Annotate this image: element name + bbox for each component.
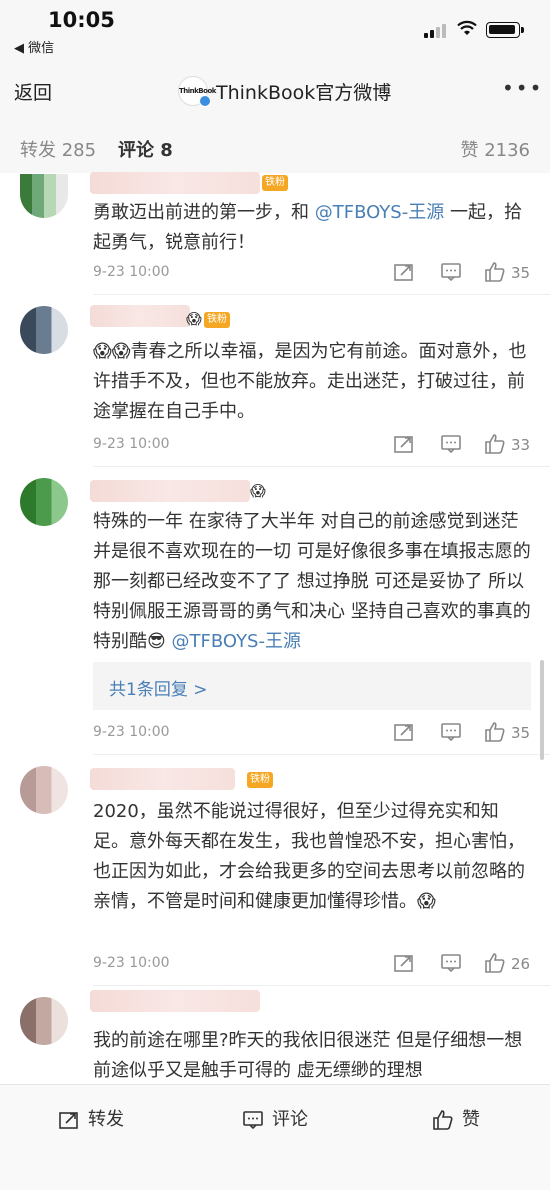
like-icon[interactable] — [484, 434, 506, 454]
share-icon[interactable] — [393, 434, 415, 454]
username[interactable] — [90, 768, 235, 790]
repost-button[interactable]: 转发 — [58, 1105, 124, 1131]
avatar[interactable] — [20, 766, 68, 814]
reply-icon[interactable] — [440, 434, 462, 454]
bottom-action-bar: 转发 评论 赞 — [0, 1084, 550, 1190]
comment-time: 9-23 10:00 — [93, 724, 170, 740]
mention-link[interactable]: @TFBOYS-王源 — [172, 631, 301, 652]
divider — [93, 754, 550, 755]
comment-text: 我的前途在哪里?昨天的我依旧很迷茫 但是仔细想一想 前途似乎又是触手可得的 虚无… — [93, 1030, 523, 1081]
share-icon[interactable] — [393, 262, 415, 282]
like-count: 35 — [511, 264, 531, 282]
avatar[interactable] — [20, 174, 68, 218]
comment-text: 特殊的一年 在家待了大半年 对自己的前途感觉到迷茫 并是很不喜欢现在的一切 可是… — [93, 511, 531, 652]
reply-icon[interactable] — [440, 953, 462, 973]
username[interactable] — [90, 305, 190, 327]
tab-repost[interactable]: 转发 285 — [20, 136, 96, 162]
comment-text: 2020，虽然不能说过得很好，但至少过得充实和知足。意外每天都在发生，我也曾惶恐… — [93, 801, 525, 912]
like-count: 33 — [511, 436, 531, 454]
fan-badge: 铁粉 — [247, 772, 273, 788]
tab-comment[interactable]: 评论 8 — [118, 136, 173, 162]
like-label: 赞 — [462, 1109, 480, 1130]
comment-button[interactable]: 评论 — [242, 1105, 308, 1131]
like-icon[interactable] — [484, 722, 506, 742]
fan-badge: 铁粉 — [262, 175, 288, 191]
wifi-icon — [457, 20, 477, 35]
page-title: ThinkBook官方微博 — [216, 82, 392, 104]
reply-thread-box[interactable]: 共1条回复 > — [93, 662, 531, 710]
avatar[interactable] — [20, 997, 68, 1045]
like-icon — [433, 1110, 453, 1130]
share-icon — [59, 1112, 78, 1129]
like-count: 35 — [511, 724, 531, 742]
comment-time: 9-23 10:00 — [93, 436, 170, 452]
emoji: 😎 — [147, 631, 166, 652]
divider — [93, 985, 550, 986]
fan-badge: 铁粉 — [204, 312, 230, 328]
back-button[interactable]: 返回 — [14, 78, 52, 105]
status-bar: 10:05 ◀ 微信 — [0, 0, 550, 62]
comment-icon — [243, 1111, 263, 1130]
emoji: 😱 — [186, 310, 202, 328]
emoji: 😱 — [250, 482, 266, 500]
avatar[interactable] — [20, 478, 68, 526]
emoji: 😱😱 — [93, 341, 131, 362]
nav-bar: 返回 ThinkBook ThinkBook官方微博 ••• — [0, 62, 550, 118]
comment-time: 9-23 10:00 — [93, 955, 170, 971]
clock: 10:05 — [48, 8, 115, 32]
like-icon[interactable] — [484, 953, 506, 973]
view-replies-link[interactable]: 共1条回复 > — [109, 675, 207, 700]
like-icon[interactable] — [484, 262, 506, 282]
mention-link[interactable]: @TFBOYS-王源 — [315, 202, 444, 223]
back-to-wechat[interactable]: ◀ 微信 — [14, 37, 54, 56]
tab-bar: 转发 285 评论 8 赞 2136 — [0, 118, 550, 173]
more-button[interactable]: ••• — [502, 76, 543, 100]
comment-text: 😱😱青春之所以幸福，是因为它有前途。面对意外，也许措手不及，但也不能放弃。走出迷… — [93, 341, 527, 422]
username[interactable] — [90, 172, 260, 194]
comment-text: 勇敢迈出前进的第一步，和 @TFBOYS-王源 一起，拾起勇气，锐意前行！ — [93, 202, 522, 253]
comment-time: 9-23 10:00 — [93, 264, 170, 280]
like-count: 26 — [511, 955, 531, 973]
reply-icon[interactable] — [440, 722, 462, 742]
tab-like[interactable]: 赞 2136 — [460, 136, 530, 162]
comment-label: 评论 — [272, 1109, 308, 1130]
scrollbar[interactable] — [540, 660, 544, 760]
share-icon[interactable] — [393, 722, 415, 742]
verified-icon — [199, 95, 211, 107]
divider — [93, 466, 550, 467]
repost-label: 转发 — [88, 1109, 124, 1130]
reply-icon[interactable] — [440, 262, 462, 282]
like-button[interactable]: 赞 — [432, 1105, 480, 1131]
signal-icon — [424, 24, 450, 38]
emoji: 😱 — [417, 891, 436, 912]
battery-icon — [486, 22, 524, 38]
username[interactable] — [90, 480, 250, 502]
divider — [93, 294, 550, 295]
avatar[interactable] — [20, 306, 68, 354]
username[interactable] — [90, 990, 260, 1012]
share-icon[interactable] — [393, 953, 415, 973]
